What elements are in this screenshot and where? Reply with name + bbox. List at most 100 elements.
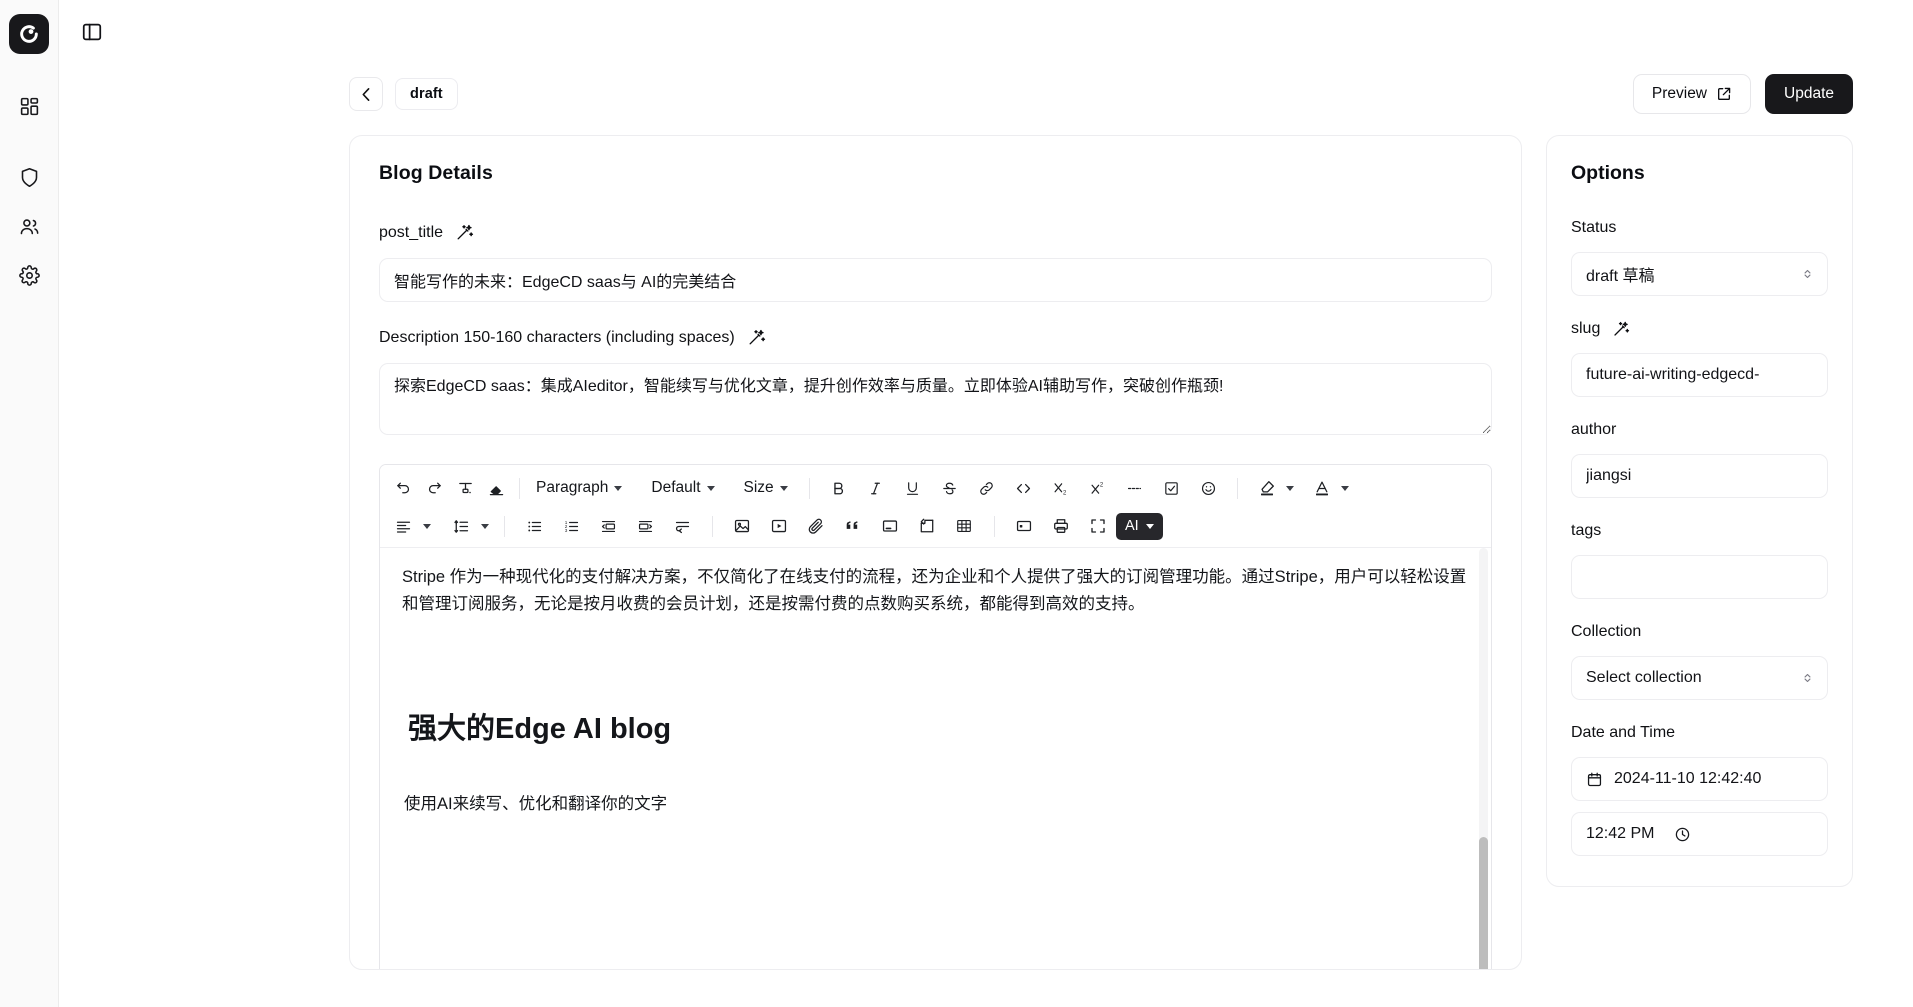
magic-wand-icon[interactable]: [1612, 320, 1630, 338]
highlight-button[interactable]: [1252, 473, 1282, 503]
font-family-select[interactable]: Default: [643, 473, 722, 503]
toolbar-divider: [712, 516, 713, 537]
options-panel: Options Status draft 草稿 slug: [1546, 135, 1853, 887]
top-bar: [59, 0, 1913, 63]
blog-details-card: Blog Details post_title: [349, 135, 1522, 970]
editor-paragraph-2: 使用AI来续写、优化和翻译你的文字: [402, 791, 1469, 818]
editor-content-area[interactable]: Stripe 作为一种现代化的支付解决方案，不仅简化了在线支付的流程，还为企业和…: [380, 548, 1491, 970]
options-title: Options: [1571, 162, 1828, 185]
sidebar-item-settings[interactable]: [9, 255, 49, 295]
superscript-button[interactable]: 2: [1083, 473, 1113, 503]
ordered-list-button[interactable]: 123: [556, 511, 586, 541]
grid-dashboard-icon: [19, 96, 40, 117]
font-size-select[interactable]: Size: [736, 473, 796, 503]
ai-menu-button[interactable]: AI: [1116, 513, 1163, 540]
undo-button[interactable]: [388, 473, 418, 503]
sidebar-item-users[interactable]: [9, 206, 49, 246]
indent-button[interactable]: [630, 511, 660, 541]
image-button[interactable]: [727, 511, 757, 541]
superscript-icon: 2: [1089, 480, 1106, 497]
paragraph-select-label: Paragraph: [536, 479, 608, 497]
toolbar-divider: [1237, 478, 1238, 499]
editor-scrollbar[interactable]: [1479, 548, 1488, 970]
line-break-icon: [674, 518, 691, 535]
spacer: [402, 749, 1469, 791]
horizontal-rule-button[interactable]: [1120, 473, 1150, 503]
video-button[interactable]: [764, 511, 794, 541]
bullet-list-button[interactable]: [519, 511, 549, 541]
eraser-icon: [488, 480, 505, 497]
container-icon: [881, 517, 899, 535]
line-break-button[interactable]: [667, 511, 697, 541]
post-title-input[interactable]: [379, 258, 1492, 302]
spacer: [379, 302, 1492, 328]
panel-toggle-button[interactable]: [75, 15, 109, 49]
time-picker[interactable]: 12:42 PM: [1571, 812, 1828, 856]
emoji-button[interactable]: [1194, 473, 1224, 503]
source-code-button[interactable]: [1009, 511, 1039, 541]
table-button[interactable]: [949, 511, 979, 541]
page-header: draft Preview Update: [59, 63, 1913, 125]
update-button[interactable]: Update: [1765, 74, 1853, 114]
font-family-select-label: Default: [651, 479, 700, 497]
magic-wand-icon[interactable]: [747, 328, 766, 347]
underline-button[interactable]: [898, 473, 928, 503]
inline-code-button[interactable]: [1009, 473, 1039, 503]
sidebar-item-dashboard[interactable]: [9, 86, 49, 126]
subscript-button[interactable]: 2: [1046, 473, 1076, 503]
description-textarea[interactable]: [379, 363, 1492, 435]
fullscreen-button[interactable]: [1083, 511, 1113, 541]
status-field: Status draft 草稿: [1571, 219, 1828, 296]
slug-label-row: slug: [1571, 320, 1828, 338]
code-block-button[interactable]: [912, 511, 942, 541]
chevron-down-icon[interactable]: [1341, 486, 1349, 491]
slug-field: slug: [1571, 320, 1828, 397]
align-button[interactable]: [388, 511, 418, 541]
clear-format-button[interactable]: [481, 473, 511, 503]
quote-button[interactable]: [838, 511, 868, 541]
slug-input[interactable]: [1571, 353, 1828, 397]
link-button[interactable]: [972, 473, 1002, 503]
line-height-button[interactable]: [446, 511, 476, 541]
description-label: Description 150-160 characters (includin…: [379, 329, 735, 347]
todo-list-button[interactable]: [1157, 473, 1187, 503]
strikethrough-button[interactable]: [935, 473, 965, 503]
app-root: draft Preview Update Blog Det: [0, 0, 1913, 1007]
code-icon: [1015, 480, 1032, 497]
redo-button[interactable]: [419, 473, 449, 503]
collection-select[interactable]: Select collection: [1571, 656, 1828, 700]
author-field: author: [1571, 421, 1828, 498]
panel-left-icon: [81, 21, 103, 43]
redo-icon: [426, 480, 443, 497]
format-painter-button[interactable]: [450, 473, 480, 503]
author-input[interactable]: [1571, 454, 1828, 498]
italic-button[interactable]: [861, 473, 891, 503]
date-picker[interactable]: 2024-11-10 12:42:40: [1571, 757, 1828, 801]
print-button[interactable]: [1046, 511, 1076, 541]
line-height-icon: [453, 518, 470, 535]
font-color-button[interactable]: [1307, 473, 1337, 503]
chevron-down-icon[interactable]: [423, 524, 431, 529]
status-select[interactable]: draft 草稿: [1571, 252, 1828, 296]
outdent-button[interactable]: [593, 511, 623, 541]
tags-input[interactable]: [1571, 555, 1828, 599]
bold-icon: [830, 480, 847, 497]
preview-button[interactable]: Preview: [1633, 74, 1751, 114]
video-icon: [770, 517, 788, 535]
emoji-icon: [1200, 480, 1217, 497]
status-select-value: draft 草稿: [1586, 262, 1654, 286]
paragraph-select[interactable]: Paragraph: [528, 473, 630, 503]
magic-wand-icon[interactable]: [455, 223, 474, 242]
chevron-down-icon[interactable]: [481, 524, 489, 529]
app-logo[interactable]: [9, 14, 49, 54]
attachment-button[interactable]: [801, 511, 831, 541]
editor-scrollbar-thumb[interactable]: [1479, 837, 1488, 970]
sidebar-item-security[interactable]: [9, 157, 49, 197]
bold-button[interactable]: [824, 473, 854, 503]
chevron-down-icon[interactable]: [1286, 486, 1294, 491]
container-button[interactable]: [875, 511, 905, 541]
italic-icon: [867, 480, 884, 497]
main-area: draft Preview Update Blog Det: [59, 0, 1913, 1007]
back-button[interactable]: [349, 77, 383, 111]
status-label: Status: [1571, 219, 1828, 237]
